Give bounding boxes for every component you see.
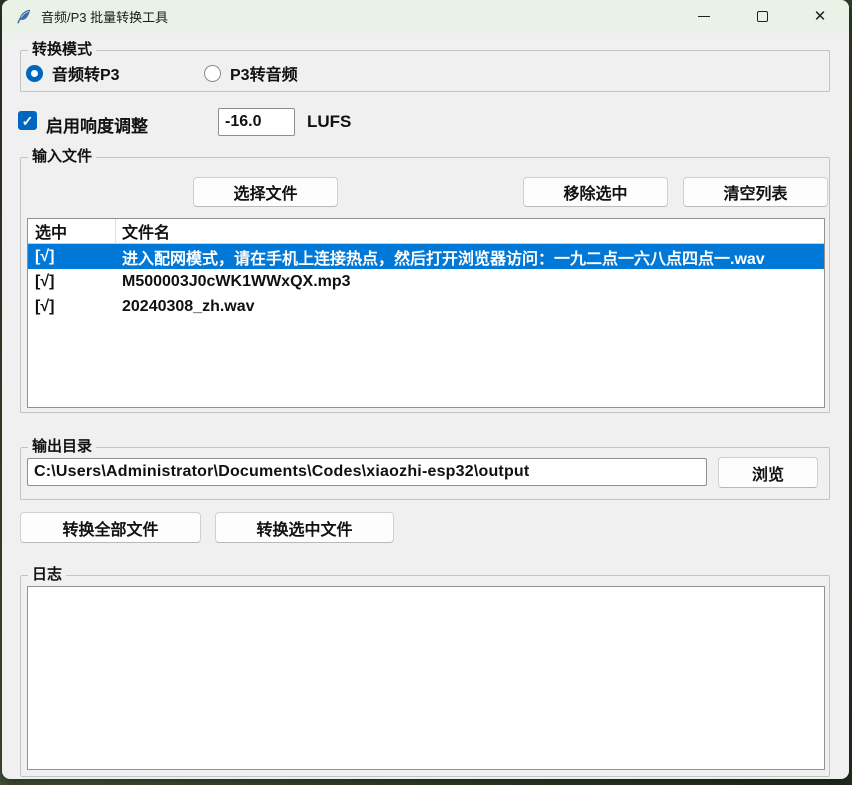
select-files-button[interactable]: 选择文件 bbox=[193, 177, 338, 207]
table-header[interactable]: 选中 文件名 bbox=[28, 219, 824, 244]
row-checked-cell[interactable]: [√] bbox=[28, 294, 116, 319]
radio-label: P3转音频 bbox=[230, 61, 298, 85]
check-icon: ✓ bbox=[22, 114, 34, 128]
close-icon: ✕ bbox=[814, 9, 827, 24]
radio-icon bbox=[204, 65, 221, 82]
tree-rows: [√]进入配网模式，请在手机上连接热点，然后打开浏览器访问：一九二点一六八点四点… bbox=[28, 244, 824, 319]
maximize-icon bbox=[757, 11, 768, 22]
window-title: 音频/P3 批量转换工具 bbox=[41, 7, 168, 26]
radio-icon bbox=[26, 65, 43, 82]
mode-group-label: 转换模式 bbox=[28, 41, 96, 59]
log-textarea[interactable] bbox=[27, 586, 825, 770]
mode-groupbox: 转换模式 音频转P3 P3转音频 bbox=[20, 50, 830, 92]
convert-selected-button[interactable]: 转换选中文件 bbox=[215, 512, 394, 543]
loudness-label: 启用响度调整 bbox=[46, 112, 148, 137]
clear-list-button[interactable]: 清空列表 bbox=[683, 177, 828, 207]
minimize-button[interactable] bbox=[675, 0, 733, 33]
header-filename-column[interactable]: 文件名 bbox=[116, 219, 824, 243]
convert-all-button[interactable]: 转换全部文件 bbox=[20, 512, 201, 543]
close-button[interactable]: ✕ bbox=[791, 0, 849, 33]
input-group-label: 输入文件 bbox=[28, 148, 96, 166]
maximize-button[interactable] bbox=[733, 0, 791, 33]
radio-label: 音频转P3 bbox=[52, 61, 120, 85]
output-group-label: 输出目录 bbox=[28, 438, 96, 456]
browse-button[interactable]: 浏览 bbox=[718, 457, 818, 488]
log-group-label: 日志 bbox=[28, 566, 66, 584]
remove-selected-button[interactable]: 移除选中 bbox=[523, 177, 668, 207]
table-row[interactable]: [√]M500003J0cWK1WWxQX.mp3 bbox=[28, 269, 824, 294]
table-row[interactable]: [√]20240308_zh.wav bbox=[28, 294, 824, 319]
row-checked-cell[interactable]: [√] bbox=[28, 244, 116, 269]
table-row[interactable]: [√]进入配网模式，请在手机上连接热点，然后打开浏览器访问：一九二点一六八点四点… bbox=[28, 244, 824, 269]
app-window: 音频/P3 批量转换工具 ✕ 转换模式 音频转P3 P3转音频 ✓ 启用响度调整… bbox=[2, 0, 849, 779]
lufs-input[interactable] bbox=[218, 108, 295, 136]
titlebar: 音频/P3 批量转换工具 ✕ bbox=[2, 0, 849, 33]
python-app-icon bbox=[15, 8, 32, 25]
output-path-input[interactable] bbox=[27, 458, 707, 486]
lufs-unit-label: LUFS bbox=[307, 112, 351, 132]
row-checked-cell[interactable]: [√] bbox=[28, 269, 116, 294]
row-filename-cell[interactable]: 进入配网模式，请在手机上连接热点，然后打开浏览器访问：一九二点一六八点四点一.w… bbox=[116, 244, 824, 269]
row-filename-cell[interactable]: 20240308_zh.wav bbox=[116, 294, 824, 319]
radio-audio-to-p3[interactable]: 音频转P3 bbox=[26, 61, 120, 85]
row-filename-cell[interactable]: M500003J0cWK1WWxQX.mp3 bbox=[116, 269, 824, 294]
minimize-icon bbox=[698, 16, 710, 17]
radio-p3-to-audio[interactable]: P3转音频 bbox=[204, 61, 298, 85]
header-checked-column[interactable]: 选中 bbox=[28, 219, 116, 243]
file-list-table[interactable]: 选中 文件名 [√]进入配网模式，请在手机上连接热点，然后打开浏览器访问：一九二… bbox=[27, 218, 825, 408]
loudness-checkbox[interactable]: ✓ bbox=[18, 111, 37, 130]
